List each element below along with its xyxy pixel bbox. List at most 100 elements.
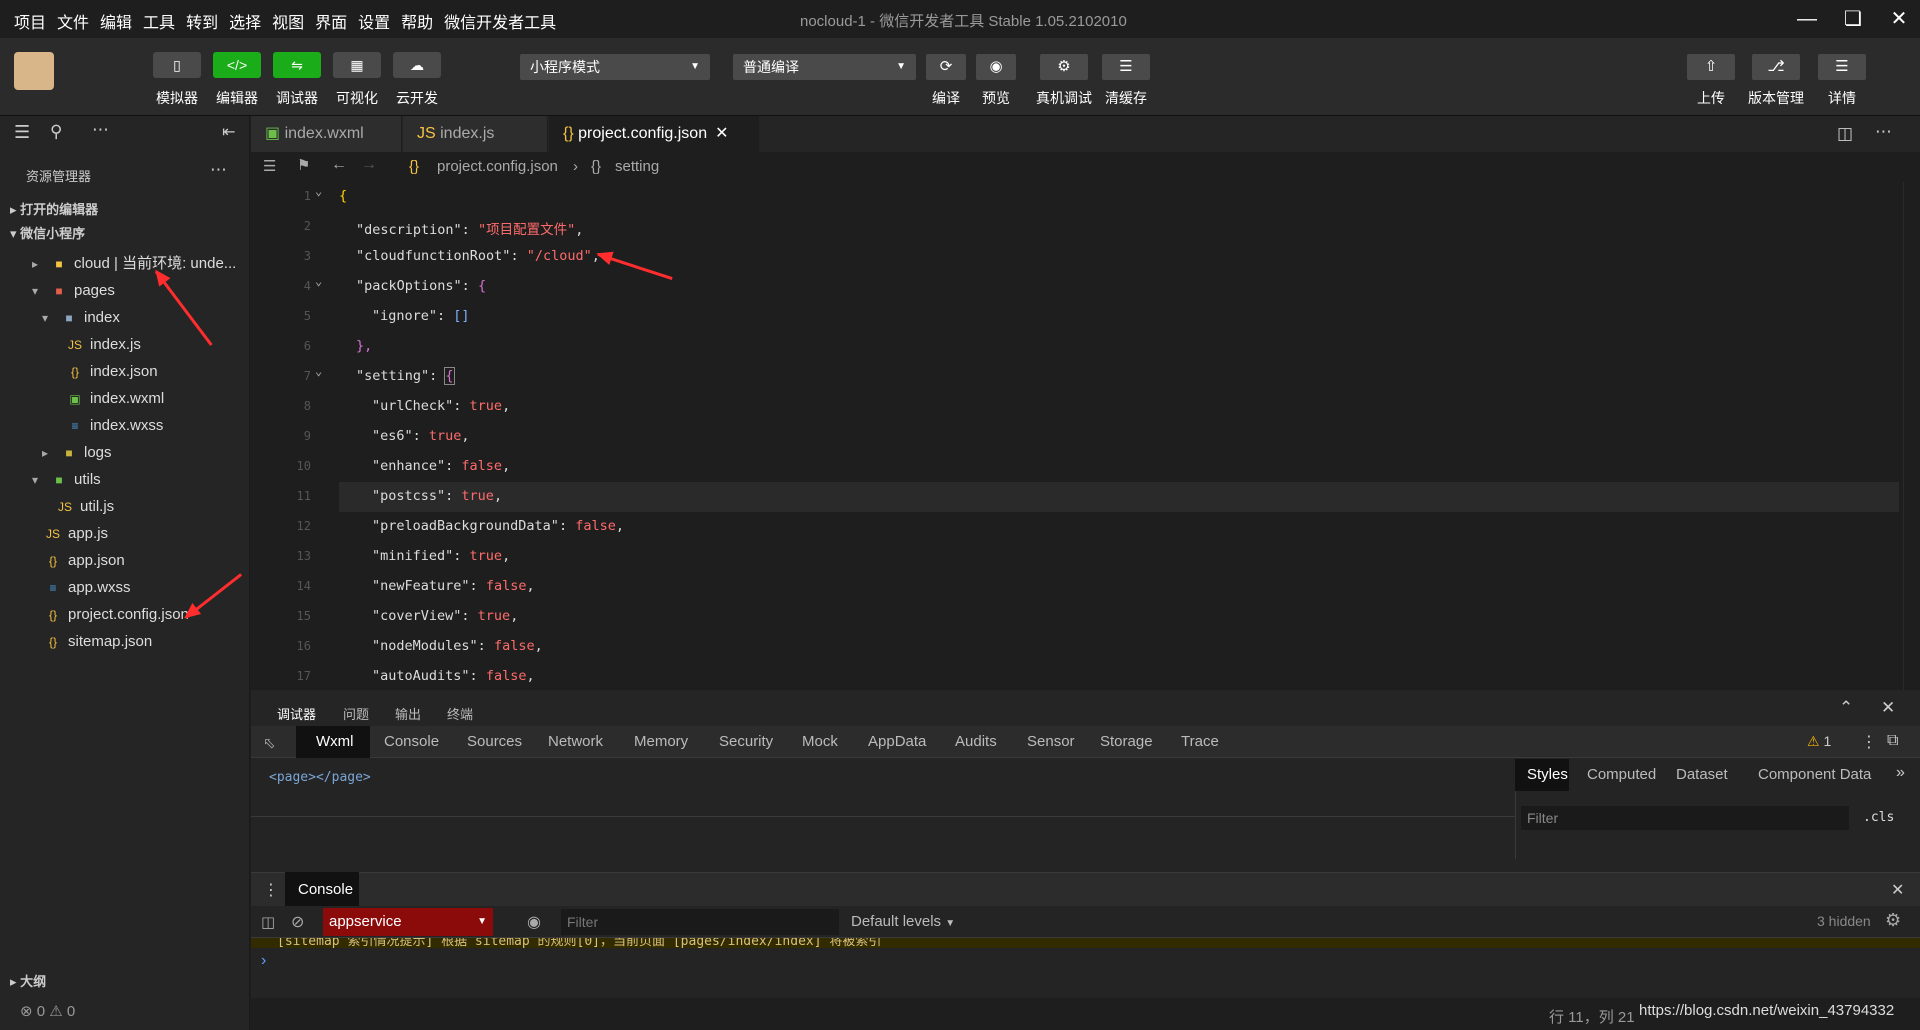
avatar[interactable] [14, 52, 54, 90]
tree-item-index-json[interactable]: {} index.json [66, 359, 158, 385]
devtab-trace[interactable]: Trace [1181, 733, 1219, 750]
more-icon[interactable]: ⋯ [1875, 122, 1892, 142]
more-icon[interactable]: ⋯ [92, 120, 109, 140]
list-icon[interactable]: ☰ [14, 122, 30, 143]
tab-output[interactable]: 输出 [395, 704, 421, 723]
tree-item-utils[interactable]: ▾ ■ utils [26, 467, 101, 493]
kebab-menu-icon[interactable]: ⋮ [1861, 732, 1877, 752]
eye-icon[interactable]: ◉ [527, 912, 541, 932]
code-editor[interactable]: 1 2 3 4 5 6 7 8 9 10 11 12 13 14 15 16 1… [251, 182, 1920, 690]
breadcrumb-node[interactable]: setting [615, 158, 659, 175]
tree-item-util-js[interactable]: JS util.js [56, 494, 114, 520]
devtab-wxml[interactable]: Wxml [316, 733, 354, 750]
close-icon[interactable]: ✕ [1881, 698, 1895, 718]
console-filter-input[interactable]: Filter [561, 909, 839, 935]
devtab-memory[interactable]: Memory [634, 733, 688, 750]
tab-index-wxml[interactable]: ▣ index.wxml [251, 116, 402, 152]
tab-project-config[interactable]: {} project.config.json ✕ [549, 116, 759, 152]
tree-item-index-js[interactable]: JS index.js [66, 332, 141, 358]
minimize-icon[interactable]: — [1790, 6, 1824, 32]
devtab-sources[interactable]: Sources [467, 733, 522, 750]
tab-problems[interactable]: 问题 [343, 704, 369, 723]
devtab-sensor[interactable]: Sensor [1027, 733, 1075, 750]
remote-debug-icon[interactable]: ⚙ [1040, 54, 1088, 80]
warning-badge[interactable]: ⚠ 1 [1807, 733, 1831, 750]
styles-filter-input[interactable]: Filter [1521, 806, 1849, 830]
devtab-network[interactable]: Network [548, 733, 603, 750]
cls-toggle[interactable]: .cls [1863, 810, 1894, 825]
close-icon[interactable]: ✕ [715, 125, 728, 142]
menu-tools[interactable]: 工具 [143, 9, 175, 33]
maximize-icon[interactable]: ❏ [1836, 6, 1870, 32]
menu-settings[interactable]: 设置 [358, 9, 390, 33]
wxml-node[interactable]: <page></page> [269, 770, 371, 785]
explorer-more-icon[interactable]: ⋯ [210, 160, 227, 180]
tree-item-index-wxss[interactable]: ≡ index.wxss [66, 413, 163, 439]
tab-dataset[interactable]: Dataset [1676, 766, 1728, 783]
tree-item-index-folder[interactable]: ▾ ■ index [36, 305, 120, 331]
section-project[interactable]: ▾ 微信小程序 [0, 222, 250, 246]
cloud-dev-icon[interactable]: ☁ [393, 52, 441, 78]
clear-cache-icon[interactable]: ☰ [1102, 54, 1150, 80]
back-arrow-icon[interactable]: ← [331, 156, 347, 174]
tab-terminal[interactable]: 终端 [447, 704, 473, 723]
section-outline[interactable]: ▸ 大纲 [0, 970, 250, 994]
tree-item-pages[interactable]: ▾ ■ pages [26, 278, 115, 304]
inspect-icon[interactable]: ⬁ [263, 734, 276, 752]
fold-icon[interactable]: ⌄ [315, 364, 322, 378]
outline-toggle-icon[interactable]: ☰ [263, 157, 276, 175]
tree-item-index-wxml[interactable]: ▣ index.wxml [66, 386, 164, 412]
fold-icon[interactable]: ⌄ [315, 274, 322, 288]
devtab-storage[interactable]: Storage [1100, 733, 1153, 750]
compile-icon[interactable]: ⟳ [926, 54, 966, 80]
tab-index-js[interactable]: JS index.js [403, 116, 548, 152]
compile-select[interactable]: 普通编译 ▼ [733, 54, 916, 80]
devtab-security[interactable]: Security [719, 733, 773, 750]
log-levels-select[interactable]: Default levels ▼ [851, 913, 955, 930]
visual-icon[interactable]: ▦ [333, 52, 381, 78]
close-icon[interactable]: ✕ [1891, 880, 1904, 900]
kebab-menu-icon[interactable]: ⋮ [263, 880, 279, 900]
undock-icon[interactable]: ⧉ [1887, 732, 1898, 750]
devtab-appdata[interactable]: AppData [868, 733, 926, 750]
editor-icon[interactable]: </> [213, 52, 261, 78]
chevron-double-right-icon[interactable]: » [1896, 764, 1905, 782]
gear-icon[interactable]: ⚙ [1885, 910, 1901, 931]
mode-select[interactable]: 小程序模式 ▼ [520, 54, 710, 80]
fold-icon[interactable]: ⌄ [315, 184, 322, 198]
details-icon[interactable]: ☰ [1818, 54, 1866, 80]
preview-icon[interactable]: ◉ [976, 54, 1016, 80]
menu-goto[interactable]: 转到 [186, 9, 218, 33]
menu-devtools[interactable]: 微信开发者工具 [444, 9, 556, 33]
section-open-editors[interactable]: ▸ 打开的编辑器 [0, 198, 250, 222]
tab-styles[interactable]: Styles [1527, 766, 1568, 783]
menu-help[interactable]: 帮助 [401, 9, 433, 33]
menu-interface[interactable]: 界面 [315, 9, 347, 33]
console-prompt[interactable]: › [261, 952, 266, 970]
tree-item-project-config[interactable]: {} project.config.json [44, 602, 189, 628]
menu-select[interactable]: 选择 [229, 9, 261, 33]
devtab-mock[interactable]: Mock [802, 733, 838, 750]
tree-item-cloud[interactable]: ▸ ■ cloud | 当前环境: unde... [26, 251, 236, 277]
menu-project[interactable]: 项目 [14, 9, 46, 33]
cursor-position[interactable]: 行 11，列 21 [1549, 1006, 1635, 1027]
devtab-audits[interactable]: Audits [955, 733, 997, 750]
simulator-icon[interactable]: ▯ [153, 52, 201, 78]
chevron-up-icon[interactable]: ⌃ [1839, 698, 1853, 718]
tree-item-app-js[interactable]: JS app.js [44, 521, 108, 547]
menu-view[interactable]: 视图 [272, 9, 304, 33]
collapse-panel-icon[interactable]: ⇤ [222, 122, 235, 142]
menu-edit[interactable]: 编辑 [100, 9, 132, 33]
version-icon[interactable]: ⎇ [1752, 54, 1800, 80]
context-select[interactable]: appservice ▼ [323, 908, 493, 936]
tree-item-logs[interactable]: ▸ ■ logs [36, 440, 112, 466]
split-editor-icon[interactable]: ◫ [1837, 124, 1853, 144]
tab-computed[interactable]: Computed [1587, 766, 1656, 783]
tree-item-app-wxss[interactable]: ≡ app.wxss [44, 575, 130, 601]
bookmark-icon[interactable]: ⚑ [297, 156, 310, 174]
tree-item-sitemap[interactable]: {} sitemap.json [44, 629, 152, 655]
console-drawer-tab[interactable]: Console [298, 881, 353, 898]
forward-arrow-icon[interactable]: → [361, 156, 377, 174]
upload-icon[interactable]: ⇧ [1687, 54, 1735, 80]
menu-file[interactable]: 文件 [57, 9, 89, 33]
